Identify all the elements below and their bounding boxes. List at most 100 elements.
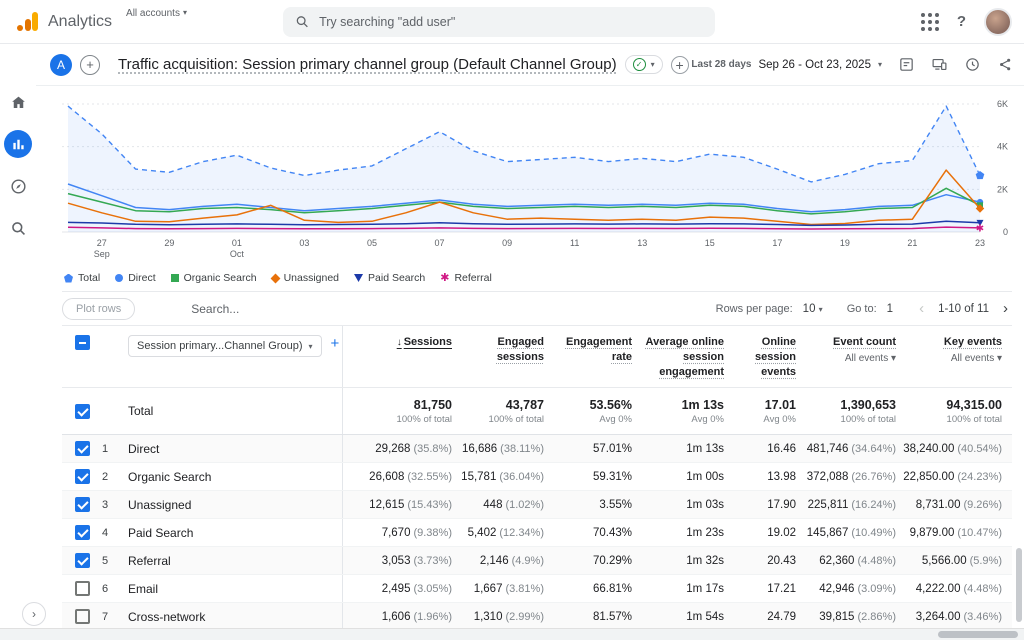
global-search[interactable] — [283, 7, 715, 37]
cell-value: 3.55% — [599, 499, 632, 511]
table-row[interactable]: 5Referral3,053(3.73%)2,146(4.9%)70.29%1m… — [62, 547, 1012, 575]
svg-text:Oct: Oct — [230, 249, 245, 259]
add-comparison-button[interactable]: + — [80, 55, 100, 75]
total-value: 1m 13s — [682, 398, 724, 412]
scrollbar-thumb[interactable] — [938, 631, 1018, 638]
prev-page-icon[interactable]: ‹ — [915, 300, 928, 317]
svg-text:19: 19 — [840, 238, 850, 248]
column-header[interactable]: Event count — [833, 335, 896, 350]
column-filter-dropdown[interactable]: All events ▾ — [845, 353, 896, 364]
column-filter-dropdown[interactable]: All events ▾ — [951, 353, 1002, 364]
table-row[interactable]: 7Cross-network1,606(1.96%)1,310(2.99%)81… — [62, 603, 1012, 631]
cell-value: 13.98 — [767, 471, 796, 483]
rows-per-page-select[interactable]: 10 ▾ — [803, 303, 823, 315]
add-report-button[interactable]: + — [671, 56, 689, 74]
cell-value: 59.31% — [593, 471, 632, 483]
diamond-marker-icon — [270, 273, 280, 283]
table-search-input[interactable] — [191, 302, 351, 316]
report-title[interactable]: Traffic acquisition: Session primary cha… — [118, 56, 617, 73]
add-dimension-button[interactable]: + — [331, 335, 340, 352]
column-header[interactable]: Engaged sessions — [462, 335, 544, 365]
legend-item[interactable]: Unassigned — [272, 272, 339, 284]
cell-percent: (40.54%) — [957, 443, 1002, 455]
notes-icon[interactable] — [898, 56, 915, 73]
date-range-picker[interactable]: Last 28 days Sep 26 - Oct 23, 2025 ▾ — [691, 59, 882, 71]
total-sub: 100% of total — [841, 414, 896, 425]
row-checkbox[interactable] — [75, 609, 90, 624]
total-sub: 100% of total — [397, 414, 452, 425]
cell-value: 1m 13s — [686, 443, 724, 455]
cell-value: 8,731.00 — [916, 499, 961, 511]
cell-percent: (3.81%) — [505, 583, 544, 595]
plot-rows-button[interactable]: Plot rows — [62, 298, 135, 320]
total-row-checkbox[interactable] — [75, 404, 90, 419]
cell-value: 66.81% — [593, 583, 632, 595]
cell-value: 4,222.00 — [916, 583, 961, 595]
history-icon[interactable] — [964, 56, 981, 73]
svg-text:✱: ✱ — [976, 223, 984, 234]
total-value: 81,750 — [414, 398, 452, 412]
expand-nav-button[interactable]: › — [22, 602, 46, 626]
row-checkbox[interactable] — [75, 469, 90, 484]
cell-value: 17.21 — [767, 583, 796, 595]
chart-legend: Total Direct Organic Search Unassigned Paid … — [62, 267, 1012, 291]
help-icon[interactable]: ? — [957, 13, 966, 30]
row-checkbox[interactable] — [75, 441, 90, 456]
legend-item[interactable]: Total — [64, 272, 100, 284]
table-row[interactable]: 2Organic Search26,608(32.55%)15,781(36.0… — [62, 463, 1012, 491]
row-checkbox[interactable] — [75, 581, 90, 596]
row-index: 6 — [102, 575, 128, 602]
account-switcher[interactable]: All accounts▾ — [126, 8, 187, 19]
svg-text:2K: 2K — [997, 184, 1008, 194]
cell-value: 9,879.00 — [910, 527, 955, 539]
cell-value: 1,667 — [474, 583, 503, 595]
table-total-row: Total 81,750100% of total43,787100% of t… — [62, 387, 1012, 435]
dimension-selector[interactable]: Session primary...Channel Group)▾ — [128, 335, 322, 357]
legend-item[interactable]: Paid Search — [354, 272, 425, 284]
analytics-app: Analytics All accounts▾ ? — [0, 0, 1024, 640]
cell-value: 26,608 — [369, 471, 404, 483]
legend-item[interactable]: ✱Referral — [440, 272, 492, 284]
share-icon[interactable] — [997, 56, 1014, 73]
next-page-icon[interactable]: › — [999, 300, 1012, 317]
report-status-badge[interactable]: ✓ ▾ — [625, 55, 663, 74]
line-chart[interactable]: 02K4K6K27Sep2901Oct030507091113151719212… — [62, 96, 1012, 262]
circle-marker-icon — [115, 274, 123, 282]
row-checkbox[interactable] — [75, 497, 90, 512]
column-header[interactable]: Key events — [944, 335, 1002, 350]
cell-percent: (9.38%) — [413, 527, 452, 539]
row-index: 1 — [102, 435, 128, 462]
cell-percent: (4.48%) — [963, 583, 1002, 595]
legend-item[interactable]: Direct — [115, 272, 155, 284]
search-input[interactable] — [319, 15, 703, 29]
home-icon[interactable] — [4, 88, 32, 116]
table-row[interactable]: 1Direct29,268(35.8%)16,686(38.11%)57.01%… — [62, 435, 1012, 463]
apps-grid-icon[interactable] — [921, 13, 939, 31]
svg-text:13: 13 — [637, 238, 647, 248]
table-row[interactable]: 3Unassigned12,615(15.43%)448(1.02%)3.55%… — [62, 491, 1012, 519]
row-checkbox[interactable] — [75, 525, 90, 540]
svg-text:27: 27 — [97, 238, 107, 248]
comparison-chip[interactable]: A — [50, 54, 72, 76]
top-bar: Analytics All accounts▾ ? — [0, 0, 1024, 44]
select-all-checkbox[interactable] — [75, 335, 90, 350]
column-header[interactable]: ↓Sessions — [397, 335, 452, 350]
legend-label: Referral — [454, 272, 491, 284]
table-row[interactable]: 6Email2,495(3.05%)1,667(3.81%)66.81%1m 1… — [62, 575, 1012, 603]
reports-icon[interactable] — [4, 130, 32, 158]
row-checkbox[interactable] — [75, 553, 90, 568]
column-header[interactable]: Online session events — [734, 335, 796, 380]
table-row[interactable]: 4Paid Search7,670(9.38%)5,402(12.34%)70.… — [62, 519, 1012, 547]
horizontal-scrollbar[interactable] — [0, 628, 1024, 640]
legend-item[interactable]: Organic Search — [171, 272, 257, 284]
analytics-logo-icon[interactable] — [16, 11, 40, 33]
column-header[interactable]: Average online session engagement — [642, 335, 724, 380]
column-header[interactable]: Engagement rate — [554, 335, 632, 365]
devices-icon[interactable] — [931, 56, 948, 73]
cell-percent: (12.34%) — [499, 527, 544, 539]
user-avatar[interactable] — [984, 8, 1012, 36]
vertical-scrollbar[interactable] — [1016, 548, 1022, 622]
explore-icon[interactable] — [4, 172, 32, 200]
advertising-icon[interactable] — [4, 214, 32, 242]
go-to-input[interactable]: 1 — [887, 303, 893, 315]
